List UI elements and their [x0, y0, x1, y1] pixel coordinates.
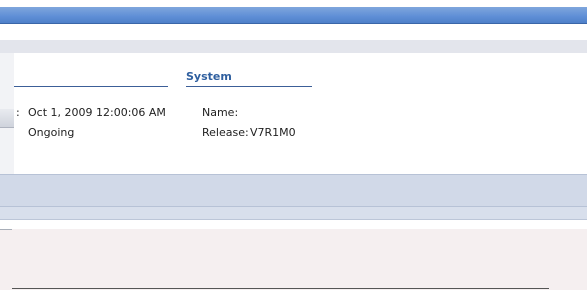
title-bar: [0, 7, 587, 24]
top-band: [0, 0, 587, 7]
content-left-edge: [0, 229, 12, 250]
date-label-colon: :: [16, 106, 20, 119]
bottom-divider: [12, 288, 549, 289]
section-band-subheader: [0, 207, 587, 220]
sub-toolbar: [0, 40, 587, 53]
left-tab-handle[interactable]: [0, 109, 14, 128]
section-band-header: [0, 174, 587, 207]
section-heading-system: System: [186, 70, 232, 83]
section-rule-left: [14, 86, 168, 87]
section-rule-system: [186, 86, 312, 87]
status-value: Ongoing: [28, 126, 75, 139]
name-label: Name:: [202, 106, 239, 119]
content-area: [0, 229, 587, 290]
release-value: V7R1M0: [250, 126, 296, 139]
date-value: Oct 1, 2009 12:00:06 AM: [28, 106, 166, 119]
release-label: Release:: [202, 126, 249, 139]
